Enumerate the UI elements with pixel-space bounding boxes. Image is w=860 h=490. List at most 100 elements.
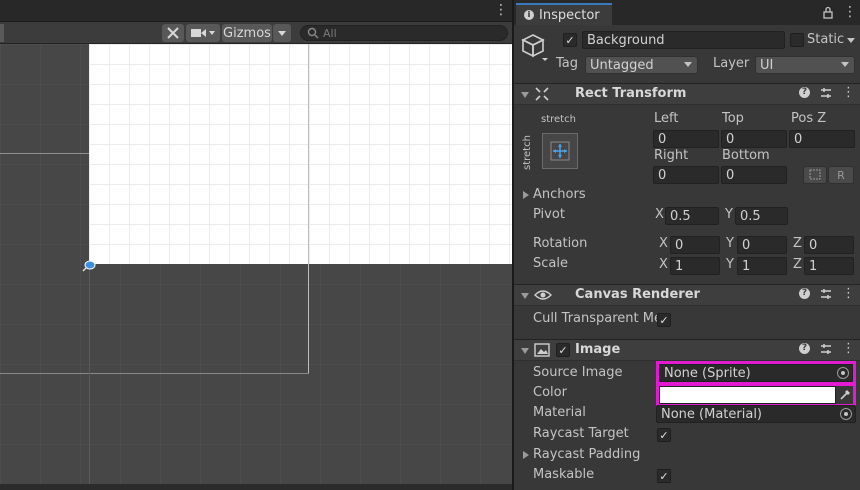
top-field[interactable]: 0 [721,130,787,148]
scene-search-input[interactable]: All [300,25,508,41]
help-icon[interactable]: ? [799,288,810,299]
material-value: None (Material) [661,406,763,422]
canvas-bounds-line [0,373,309,374]
object-picker-icon[interactable] [840,408,852,420]
component-menu-icon[interactable]: ⋮ [842,341,855,356]
source-image-field[interactable]: None (Sprite) [659,364,853,382]
image-enabled-checkbox[interactable]: ✓ [556,343,570,357]
raycast-target-label: Raycast Target [533,426,629,441]
scene-bottom-bar [0,484,512,490]
image-icon [534,343,550,357]
pivot-x-field[interactable]: 0.5 [665,207,719,225]
material-label: Material [533,405,586,420]
chevron-down-icon [841,62,849,67]
tab-inspector[interactable]: i Inspector [516,3,612,25]
color-label: Color [533,385,567,400]
help-icon[interactable]: ? [799,343,810,354]
left-field[interactable]: 0 [653,130,719,148]
scale-y-field[interactable]: 1 [737,257,787,275]
pivot-icon [82,260,96,272]
static-checkbox[interactable] [790,33,804,47]
active-checkbox[interactable]: ✓ [563,33,577,47]
camera-icon [191,29,215,37]
cull-transparent-checkbox[interactable]: ✓ [657,313,671,327]
gameobject-cube-icon [521,34,548,61]
component-menu-icon[interactable]: ⋮ [842,286,855,301]
pivot-handle[interactable] [82,258,96,272]
presets-icon[interactable] [820,288,832,300]
chevron-down-icon [684,62,692,67]
bottom-field[interactable]: 0 [721,166,787,184]
material-field[interactable]: None (Material) [656,405,856,423]
posz-label: Pos Z [791,111,827,126]
component-menu-icon[interactable]: ⋮ [842,85,855,100]
scene-view[interactable]: ⋮ Gizmos All [0,0,512,490]
lock-icon[interactable] [822,6,834,19]
anchors-foldout-icon[interactable] [523,191,529,199]
pivot-label: Pivot [533,207,565,222]
pivot-y-field[interactable]: 0.5 [735,207,788,225]
maskable-checkbox[interactable]: ✓ [657,469,671,483]
foldout-arrow-icon[interactable] [521,92,529,98]
cull-transparent-label: Cull Transparent Me [533,311,662,326]
tools-toggle-button[interactable] [162,24,184,42]
scene-more-icon[interactable]: ⋮ [494,2,508,18]
eye-icon [534,290,552,300]
foldout-arrow-icon[interactable] [521,293,529,299]
inspector-more-icon[interactable]: ⋮ [843,4,857,20]
rect-transform-icon [535,87,549,101]
toolbar-left-edge [0,24,4,42]
search-icon [307,27,319,39]
scale-z-field[interactable]: 1 [804,257,854,275]
inspector-panel: i Inspector ⋮ ✓ Background Static Tag Un… [514,0,860,490]
rotation-z-axis: Z [793,236,802,251]
scale-x-field[interactable]: 1 [670,257,720,275]
info-icon: i [524,10,534,20]
posz-field[interactable]: 0 [789,130,855,148]
color-swatch[interactable] [659,386,836,404]
raycast-target-checkbox[interactable]: ✓ [657,428,671,442]
object-picker-icon[interactable] [837,367,849,379]
tag-dropdown[interactable]: Untagged [585,56,698,74]
eyedropper-icon[interactable] [839,388,852,401]
canvas-renderer-header[interactable]: Canvas Renderer ? ⋮ [514,284,860,306]
canvas-renderer-title: Canvas Renderer [575,287,700,302]
rect-transform-header[interactable]: Rect Transform ? ⋮ [514,83,860,105]
inspector-tab-label: Inspector [539,7,600,23]
canvas-bounds-line [0,153,89,154]
rotation-z-field[interactable]: 0 [804,236,854,254]
raw-edit-button[interactable]: R [828,166,854,184]
bottom-label: Bottom [722,148,770,163]
gizmos-dropdown-button[interactable] [273,24,291,42]
scale-x-axis: X [659,257,668,272]
right-field[interactable]: 0 [653,166,719,184]
background-rect[interactable] [89,44,512,264]
help-icon[interactable]: ? [799,87,810,98]
presets-icon[interactable] [820,87,832,99]
layer-dropdown[interactable]: UI [755,56,855,74]
image-header[interactable]: ✓ Image ? ⋮ [514,339,860,361]
raycast-padding-foldout-icon[interactable] [523,451,529,459]
anchor-presets-button[interactable] [542,133,578,169]
canvas-bounds-line [89,264,90,484]
static-label: Static [807,32,845,47]
gizmos-button[interactable]: Gizmos [222,24,272,42]
scale-z-axis: Z [793,257,802,272]
name-field[interactable]: Background [582,31,785,49]
rotation-y-field[interactable]: 0 [737,236,787,254]
anchors-label[interactable]: Anchors [533,187,586,202]
maskable-label: Maskable [533,467,595,482]
blueprint-mode-button[interactable] [803,166,827,184]
right-label: Right [654,148,689,163]
static-dropdown-icon[interactable] [847,38,855,43]
tag-label: Tag [556,56,579,71]
top-label: Top [722,111,744,126]
layer-label: Layer [713,56,750,71]
presets-icon[interactable] [820,343,832,355]
rotation-x-field[interactable]: 0 [670,236,720,254]
raycast-padding-label[interactable]: Raycast Padding [533,447,640,462]
camera-button[interactable] [186,24,220,42]
source-image-label: Source Image [533,365,623,380]
layer-value: UI [760,57,774,73]
foldout-arrow-icon[interactable] [521,348,529,354]
